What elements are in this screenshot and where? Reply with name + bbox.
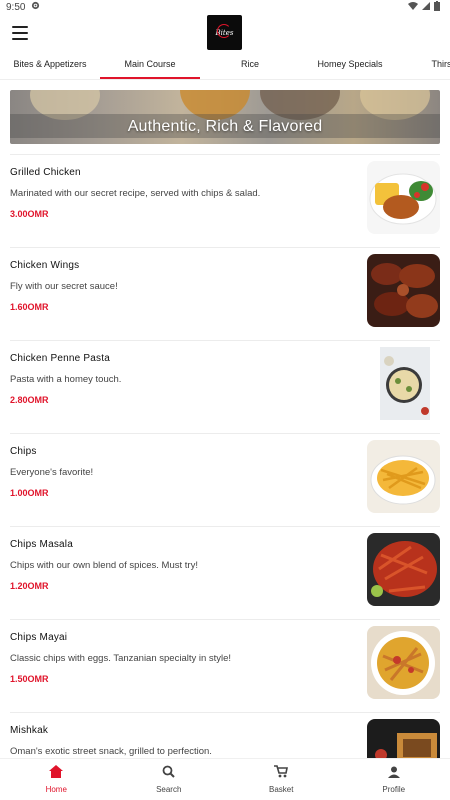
item-description: Marinated with our secret recipe, served… [10, 188, 261, 199]
category-tabs: Bites & Appetizers Main Course Rice Home… [0, 52, 450, 80]
nav-basket-label: Basket [269, 785, 294, 794]
settings-icon [31, 1, 40, 13]
item-description: Oman's exotic street snack, grilled to p… [10, 746, 212, 757]
menu-item-grilled-chicken[interactable]: Grilled Chicken Marinated with our secre… [0, 154, 450, 247]
logo-ring [217, 24, 231, 38]
nav-profile[interactable]: Profile [338, 759, 450, 800]
menu-content: Authentic, Rich & Flavored Grilled Chick… [0, 80, 450, 758]
app-bar: Bites [0, 14, 450, 52]
nav-profile-label: Profile [382, 785, 406, 794]
menu-item-chicken-penne-pasta[interactable]: Chicken Penne Pasta Pasta with a homey t… [0, 340, 450, 433]
item-image [367, 533, 440, 606]
status-bar: 9:50 [0, 0, 450, 14]
status-right [408, 0, 440, 14]
bottom-navigation: Home Search Basket Profile [0, 758, 450, 800]
item-name: Chicken Penne Pasta [10, 353, 110, 364]
item-name: Chips Mayai [10, 632, 68, 643]
item-description: Fly with our secret sauce! [10, 281, 118, 292]
nav-home-label: Home [45, 785, 67, 794]
item-name: Chicken Wings [10, 260, 80, 271]
battery-icon [434, 0, 440, 14]
app-logo: Bites [207, 15, 242, 50]
nav-basket[interactable]: Basket [225, 759, 338, 800]
tab-homey-specials[interactable]: Homey Specials [300, 52, 400, 79]
item-description: Classic chips with eggs. Tanzanian speci… [10, 653, 232, 664]
item-price: 1.20OMR [10, 581, 49, 591]
status-left: 9:50 [6, 1, 40, 13]
item-description: Chips with our own blend of spices. Must… [10, 560, 198, 571]
nav-search[interactable]: Search [113, 759, 226, 800]
nav-home[interactable]: Home [0, 759, 113, 800]
item-image [367, 161, 440, 234]
item-image [367, 440, 440, 513]
item-price: 3.00OMR [10, 209, 49, 219]
item-name: Grilled Chicken [10, 167, 81, 178]
item-description: Pasta with a homey touch. [10, 374, 122, 385]
item-description: Everyone's favorite! [10, 467, 94, 478]
item-image [367, 626, 440, 699]
tab-bites-appetizers[interactable]: Bites & Appetizers [0, 52, 100, 79]
banner-text: Authentic, Rich & Flavored [127, 118, 323, 135]
tab-main-course[interactable]: Main Course [100, 52, 200, 79]
wifi-icon [408, 1, 418, 13]
item-price: 2.80OMR [10, 395, 49, 405]
menu-button[interactable] [12, 26, 28, 40]
item-price: 1.60OMR [10, 302, 49, 312]
menu-item-chips-mayai[interactable]: Chips Mayai Classic chips with eggs. Tan… [0, 619, 450, 712]
basket-icon [274, 765, 289, 783]
item-name: Chips [10, 446, 37, 457]
category-banner: Authentic, Rich & Flavored [10, 90, 440, 144]
item-image [367, 719, 440, 758]
profile-icon [387, 765, 400, 783]
menu-icon-line [12, 38, 28, 40]
item-price: 1.00OMR [10, 488, 49, 498]
tab-thirst-quenchers[interactable]: Thirst Qu [400, 52, 450, 79]
menu-item-chips-masala[interactable]: Chips Masala Chips with our own blend of… [0, 526, 450, 619]
status-time: 9:50 [6, 1, 26, 13]
search-icon [162, 765, 175, 783]
menu-icon-line [12, 32, 28, 34]
signal-icon [422, 1, 430, 13]
nav-search-label: Search [156, 785, 182, 794]
item-image [367, 347, 440, 420]
item-price: 1.50OMR [10, 674, 49, 684]
tab-rice[interactable]: Rice [200, 52, 300, 79]
item-name: Mishkak [10, 725, 49, 736]
menu-item-chips[interactable]: Chips Everyone's favorite! 1.00OMR [0, 433, 450, 526]
menu-icon [12, 26, 28, 28]
menu-item-chicken-wings[interactable]: Chicken Wings Fly with our secret sauce!… [0, 247, 450, 340]
item-image [367, 254, 440, 327]
item-name: Chips Masala [10, 539, 73, 550]
menu-item-mishkak[interactable]: Mishkak Oman's exotic street snack, gril… [0, 712, 450, 758]
home-icon [49, 765, 64, 783]
